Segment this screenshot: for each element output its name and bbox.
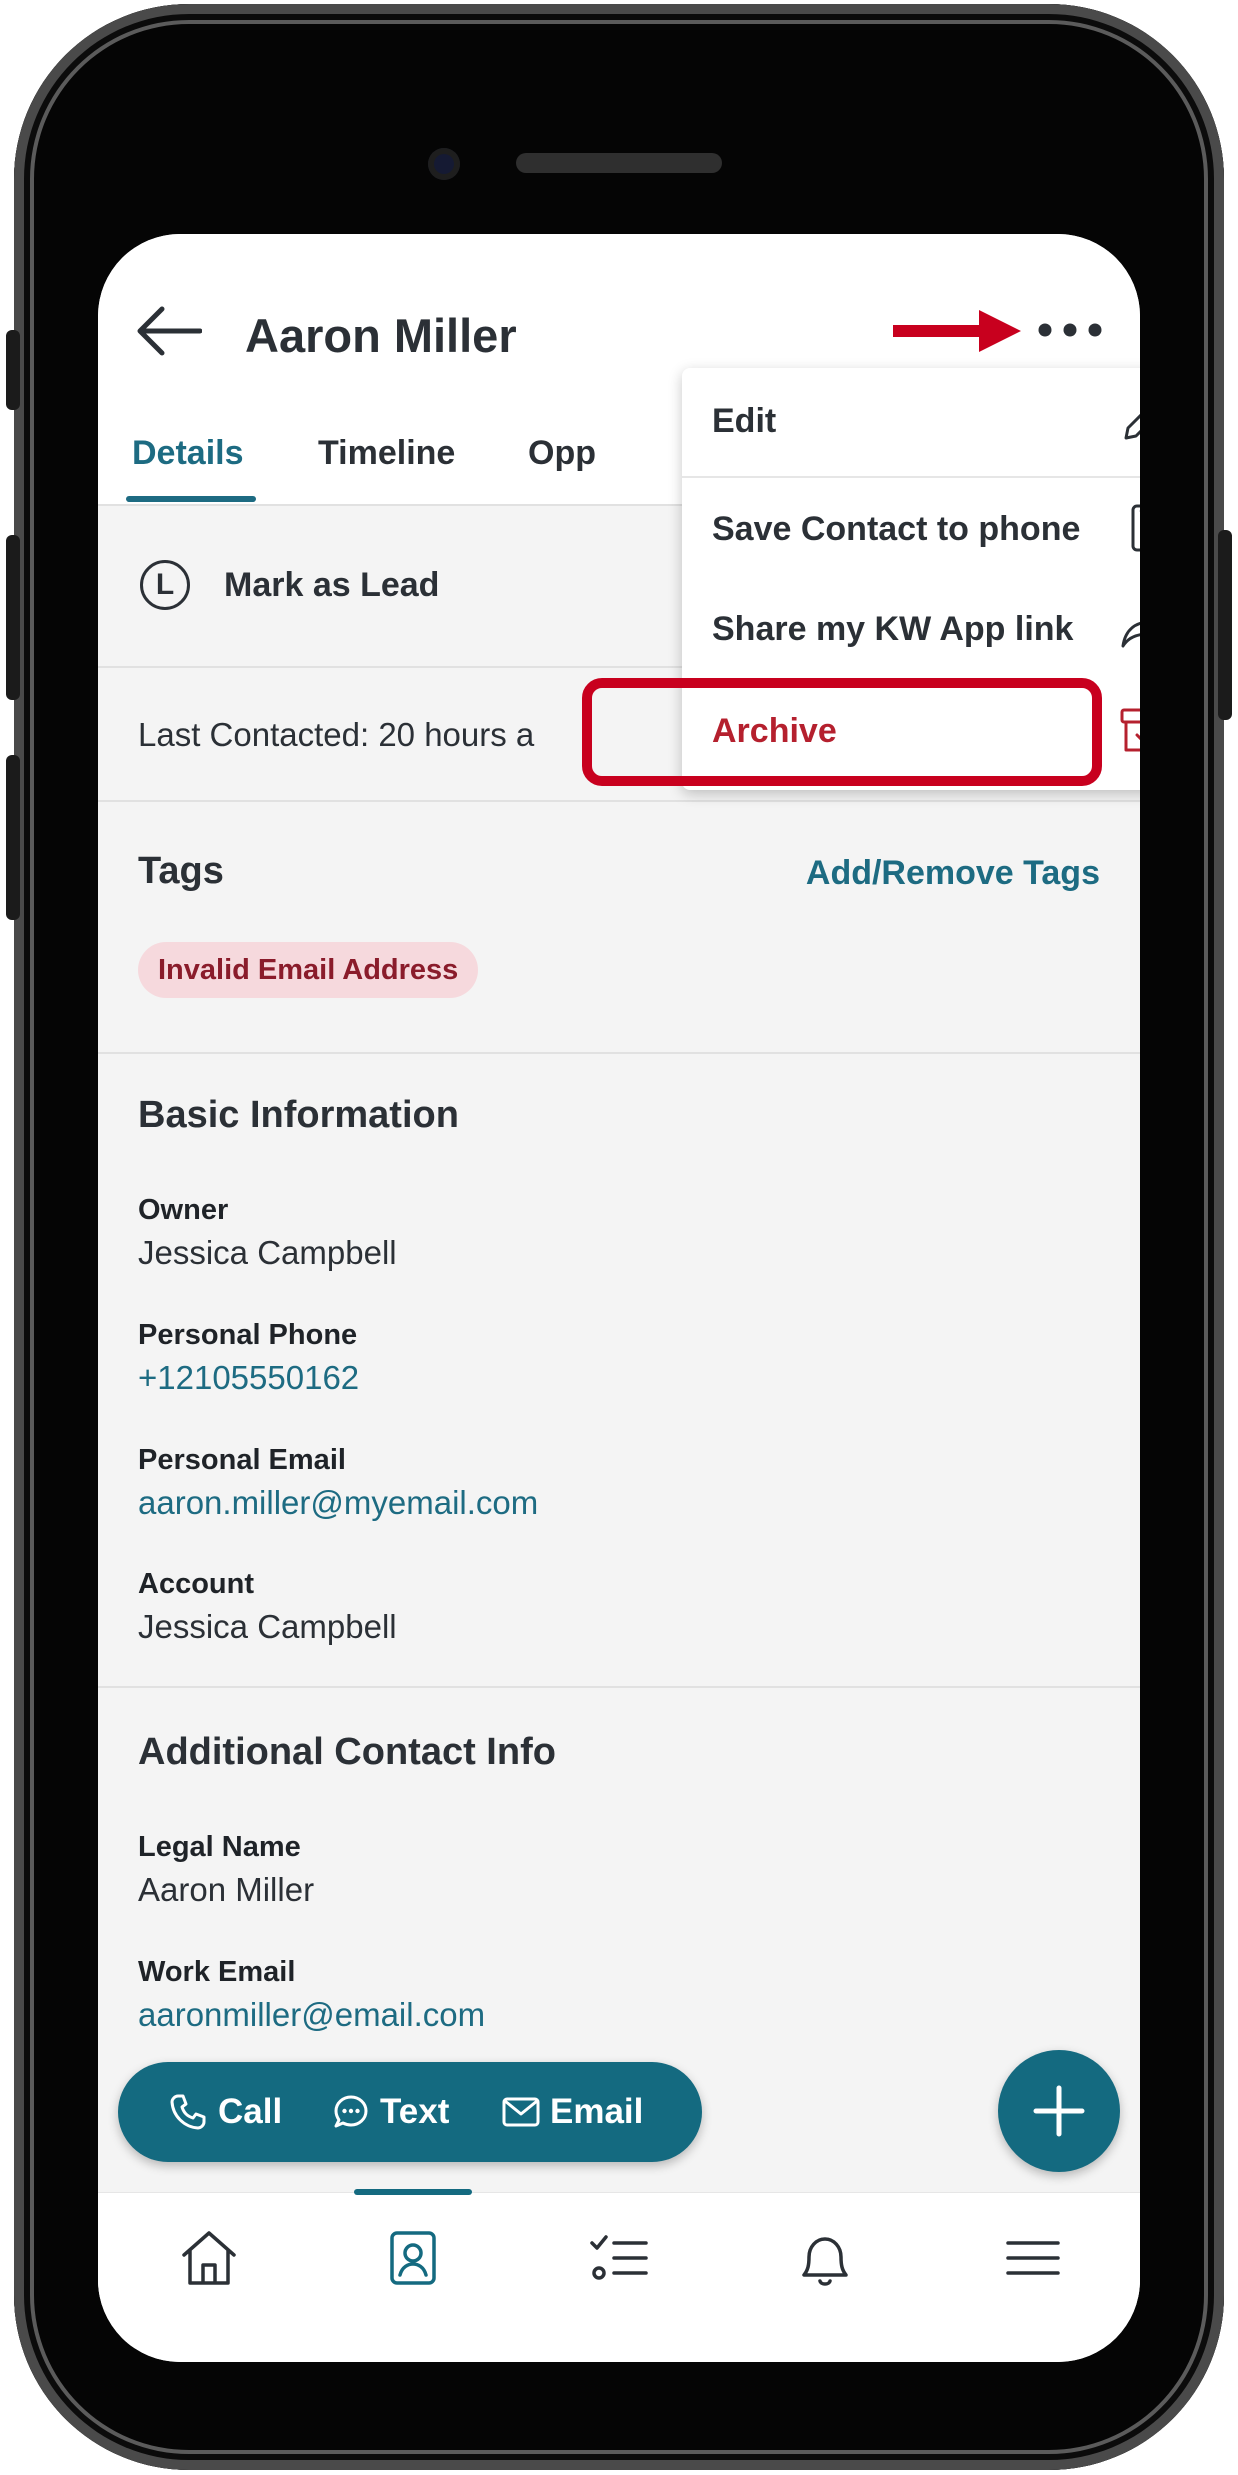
phone-call-icon: [170, 2094, 206, 2130]
work-email-label: Work Email: [138, 1956, 296, 1988]
menu-item-share-link[interactable]: Share my KW App link: [682, 578, 1140, 678]
tags-section: Tags Add/Remove Tags Invalid Email Addre…: [98, 802, 1140, 1054]
call-button[interactable]: Call: [168, 2062, 282, 2162]
personal-phone-label: Personal Phone: [138, 1319, 358, 1351]
contact-name-title: Aaron Miller: [245, 309, 517, 362]
active-tab-indicator: [126, 496, 256, 502]
tab-opportunities[interactable]: Opp: [528, 434, 596, 473]
more-horizontal-icon: [1038, 323, 1102, 337]
side-button-mute: [6, 330, 20, 410]
notifications-icon: [802, 2237, 848, 2286]
personal-phone-value[interactable]: +12105550162: [138, 1359, 359, 1397]
menu-item-edit-label: Edit: [712, 402, 777, 440]
nav-contacts[interactable]: [378, 2223, 448, 2293]
side-button-volume-down: [6, 755, 20, 920]
legal-name-value: Aaron Miller: [138, 1871, 315, 1908]
menu-item-save-contact-label: Save Contact to phone: [712, 510, 1081, 548]
add-remove-tags-link[interactable]: Add/Remove Tags: [806, 854, 1100, 893]
menu-item-edit[interactable]: Edit: [682, 370, 1140, 470]
tasks-icon: [590, 2235, 648, 2280]
tags-heading: Tags: [138, 850, 224, 892]
menu-item-save-contact[interactable]: Save Contact to phone: [682, 478, 1140, 578]
hamburger-menu-icon: [1006, 2241, 1060, 2275]
menu-item-share-link-label: Share my KW App link: [712, 610, 1074, 648]
tag-chip: Invalid Email Address: [138, 942, 479, 998]
chat-bubble-icon: [334, 2095, 368, 2128]
more-options-button[interactable]: [1033, 310, 1107, 350]
app-screen: Aaron Miller Details Timeline Opp No L M…: [98, 234, 1140, 2362]
contacts-icon: [390, 2231, 436, 2285]
legal-name-label: Legal Name: [138, 1831, 301, 1863]
email-button[interactable]: Email: [502, 2062, 643, 2162]
side-button-power: [1218, 530, 1232, 720]
text-button[interactable]: Text: [332, 2062, 449, 2162]
nav-notifications[interactable]: [790, 2223, 860, 2293]
plus-icon: [1033, 2085, 1085, 2137]
last-contacted-text: Last Contacted: 20 hours a: [138, 716, 535, 753]
pencil-icon: [1124, 413, 1140, 440]
tab-timeline[interactable]: Timeline: [318, 434, 455, 473]
email-label: Email: [550, 2092, 644, 2131]
phone-icon: [1131, 504, 1140, 552]
work-email-value[interactable]: aaronmiller@email.com: [138, 1996, 485, 2034]
personal-email-label: Personal Email: [138, 1444, 346, 1476]
back-button[interactable]: [134, 306, 203, 356]
nav-tasks[interactable]: [584, 2223, 654, 2293]
archive-icon: [1120, 708, 1140, 752]
call-label: Call: [218, 2092, 283, 2131]
side-button-volume-up: [6, 535, 20, 700]
nav-home[interactable]: [174, 2223, 244, 2293]
basic-information-heading: Basic Information: [138, 1094, 459, 1136]
archive-highlight-box: [582, 678, 1102, 786]
quick-actions-bar: Call Text Email: [118, 2062, 702, 2162]
home-icon: [182, 2231, 236, 2285]
red-arrow-icon: [893, 310, 1021, 352]
arrow-left-icon: [137, 306, 203, 356]
add-fab-button[interactable]: [998, 2050, 1120, 2172]
section-divider: [98, 1686, 1140, 1688]
envelope-icon: [502, 2097, 540, 2127]
personal-email-value[interactable]: aaron.miller@myemail.com: [138, 1484, 538, 1522]
active-nav-indicator: [354, 2189, 472, 2195]
owner-label: Owner: [138, 1194, 229, 1226]
earpiece-speaker: [516, 153, 722, 173]
mark-as-lead-label: Mark as Lead: [224, 566, 440, 604]
nav-menu[interactable]: [998, 2223, 1068, 2293]
owner-value: Jessica Campbell: [138, 1234, 397, 1271]
lead-icon: L: [140, 560, 190, 610]
account-value: Jessica Campbell: [138, 1608, 397, 1645]
share-icon: [1121, 622, 1140, 648]
account-label: Account: [138, 1568, 254, 1600]
bottom-navigation: [98, 2189, 1140, 2362]
front-camera: [428, 148, 460, 180]
tab-details[interactable]: Details: [132, 434, 244, 473]
text-label: Text: [380, 2092, 450, 2131]
additional-contact-info-heading: Additional Contact Info: [138, 1731, 556, 1773]
